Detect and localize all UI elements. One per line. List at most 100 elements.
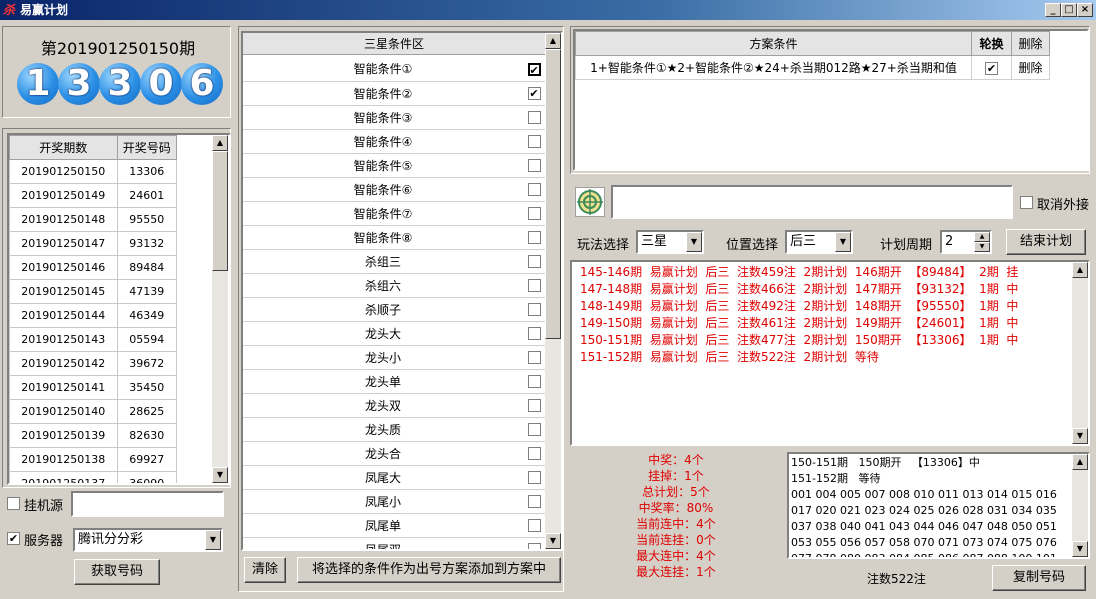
condition-checkbox[interactable] xyxy=(527,303,541,316)
list-item[interactable]: 凤尾双 xyxy=(243,537,545,549)
table-row[interactable]: 201901250150 13306 xyxy=(9,159,177,184)
chevron-down-icon[interactable]: ▼ xyxy=(835,232,851,252)
cancel-link-checkbox[interactable] xyxy=(1020,196,1033,209)
scroll-down-icon[interactable]: ▼ xyxy=(1072,428,1088,444)
list-item[interactable]: 龙头单 xyxy=(243,369,545,394)
hook-checkbox[interactable] xyxy=(7,497,20,510)
condition-checkbox[interactable] xyxy=(527,471,541,484)
condition-checkbox[interactable] xyxy=(527,519,541,532)
results-scrollbar[interactable]: ▲ ▼ xyxy=(1072,262,1088,444)
condition-checkbox[interactable] xyxy=(527,111,541,124)
copy-numbers-button[interactable]: 复制号码 xyxy=(992,565,1086,591)
table-row[interactable]: 201901250142 39672 xyxy=(9,351,177,376)
table-row[interactable]: 201901250141 35450 xyxy=(9,375,177,400)
list-item[interactable]: 智能条件⑤ xyxy=(243,153,545,178)
condition-checkbox[interactable] xyxy=(527,159,541,172)
condition-checkbox[interactable] xyxy=(527,375,541,388)
condition-checkbox[interactable] xyxy=(527,231,541,244)
list-item[interactable]: 智能条件② ✔ xyxy=(243,81,545,106)
plan-rotate-checkbox[interactable]: ✔ xyxy=(985,61,998,75)
condition-checkbox[interactable] xyxy=(527,423,541,436)
server-select[interactable]: 腾讯分分彩 ▼ xyxy=(73,528,223,552)
condition-checkbox[interactable] xyxy=(527,207,541,220)
scroll-down-icon[interactable]: ▼ xyxy=(1072,541,1088,557)
history-scrollbar[interactable]: ▲ ▼ xyxy=(212,135,228,483)
list-item[interactable]: 凤尾大 xyxy=(243,465,545,490)
hook-input[interactable] xyxy=(71,491,224,517)
target-icon[interactable] xyxy=(575,187,605,217)
chevron-down-icon[interactable]: ▼ xyxy=(686,232,702,252)
position-select[interactable]: 后三 ▼ xyxy=(785,230,853,254)
condition-checkbox[interactable] xyxy=(527,351,541,364)
minimize-button[interactable]: _ xyxy=(1045,3,1061,17)
play-select[interactable]: 三星 ▼ xyxy=(636,230,704,254)
list-item[interactable]: 智能条件⑦ xyxy=(243,201,545,226)
scroll-up-icon[interactable]: ▲ xyxy=(1072,454,1088,470)
condition-checkbox[interactable] xyxy=(527,135,541,148)
list-item[interactable]: 杀组六 xyxy=(243,273,545,298)
condition-checkbox[interactable]: ✔ xyxy=(527,87,541,100)
numbers-scrollbar[interactable]: ▲ ▼ xyxy=(1072,454,1088,557)
list-item[interactable]: 凤尾单 xyxy=(243,513,545,538)
condition-checkbox[interactable] xyxy=(527,399,541,412)
table-row[interactable]: 201901250149 24601 xyxy=(9,183,177,208)
scroll-thumb[interactable] xyxy=(212,151,228,271)
list-item[interactable]: 龙头大 xyxy=(243,321,545,346)
list-item[interactable]: 龙头小 xyxy=(243,345,545,370)
table-row[interactable]: 201901250140 28625 xyxy=(9,399,177,424)
condition-checkbox[interactable] xyxy=(527,255,541,268)
scroll-up-icon[interactable]: ▲ xyxy=(1072,262,1088,278)
cycle-stepper[interactable]: 2 ▲ ▼ xyxy=(940,230,992,254)
condition-checkbox[interactable] xyxy=(527,327,541,340)
results-box[interactable]: 145-146期 易赢计划 后三 注数459注 2期计划 146期开 【8948… xyxy=(570,260,1090,446)
scroll-up-icon[interactable]: ▲ xyxy=(212,135,228,151)
list-item[interactable]: 凤尾小 xyxy=(243,489,545,514)
get-numbers-button[interactable]: 获取号码 xyxy=(74,559,160,585)
add-to-plan-button[interactable]: 将选择的条件作为出号方案添加到方案中 xyxy=(297,557,561,583)
chevron-down-icon[interactable]: ▼ xyxy=(205,530,221,550)
maximize-button[interactable]: □ xyxy=(1061,3,1077,17)
list-item[interactable]: 智能条件③ xyxy=(243,105,545,130)
table-row[interactable]: 1+智能条件①★2+智能条件②★24+杀当期012路★27+杀当期和值 ✔ 删除 xyxy=(575,55,1050,80)
list-item[interactable]: 龙头双 xyxy=(243,393,545,418)
list-item[interactable]: 龙头合 xyxy=(243,441,545,466)
condition-checkbox[interactable] xyxy=(527,495,541,508)
end-plan-button[interactable]: 结束计划 xyxy=(1006,229,1086,255)
list-item[interactable]: 智能条件⑧ xyxy=(243,225,545,250)
condition-checkbox[interactable] xyxy=(527,279,541,292)
table-row[interactable]: 201901250145 47139 xyxy=(9,279,177,304)
condition-checkbox[interactable] xyxy=(527,183,541,196)
history-col-period[interactable]: 开奖期数 xyxy=(9,135,118,160)
table-row[interactable]: 201901250146 89484 xyxy=(9,255,177,280)
list-item[interactable]: 龙头质 xyxy=(243,417,545,442)
condition-checkbox[interactable] xyxy=(527,543,541,549)
table-row[interactable]: 201901250137 36090 xyxy=(9,471,177,483)
table-row[interactable]: 201901250143 05594 xyxy=(9,327,177,352)
clear-button[interactable]: 清除 xyxy=(244,557,286,583)
scroll-thumb[interactable] xyxy=(545,49,561,339)
table-row[interactable]: 201901250144 46349 xyxy=(9,303,177,328)
conditions-scrollbar[interactable]: ▲ ▼ xyxy=(545,33,561,549)
list-item[interactable]: 智能条件⑥ xyxy=(243,177,545,202)
condition-checkbox[interactable]: ✔ xyxy=(527,62,541,76)
scroll-down-icon[interactable]: ▼ xyxy=(545,533,561,549)
stepper-up-icon[interactable]: ▲ xyxy=(974,232,990,242)
scroll-down-icon[interactable]: ▼ xyxy=(212,467,228,483)
table-row[interactable]: 201901250138 69927 xyxy=(9,447,177,472)
close-button[interactable]: × xyxy=(1077,3,1093,17)
condition-checkbox[interactable] xyxy=(527,447,541,460)
table-row[interactable]: 201901250139 82630 xyxy=(9,423,177,448)
server-checkbox[interactable]: ✔ xyxy=(7,532,20,545)
stepper-down-icon[interactable]: ▼ xyxy=(974,242,990,252)
list-item[interactable]: 智能条件① ✔ xyxy=(243,57,545,82)
table-row[interactable]: 201901250148 95550 xyxy=(9,207,177,232)
list-item[interactable]: 杀组三 xyxy=(243,249,545,274)
numbers-box[interactable]: 150-151期 150期开 【13306】中 151-152期 等待 001 00… xyxy=(787,452,1090,559)
history-col-number[interactable]: 开奖号码 xyxy=(116,135,177,160)
plan-delete-link[interactable]: 删除 xyxy=(1011,55,1050,80)
table-row[interactable]: 201901250147 93132 xyxy=(9,231,177,256)
list-item[interactable]: 智能条件④ xyxy=(243,129,545,154)
scroll-up-icon[interactable]: ▲ xyxy=(545,33,561,49)
list-item[interactable]: 杀顺子 xyxy=(243,297,545,322)
external-link-input[interactable] xyxy=(611,185,1013,219)
